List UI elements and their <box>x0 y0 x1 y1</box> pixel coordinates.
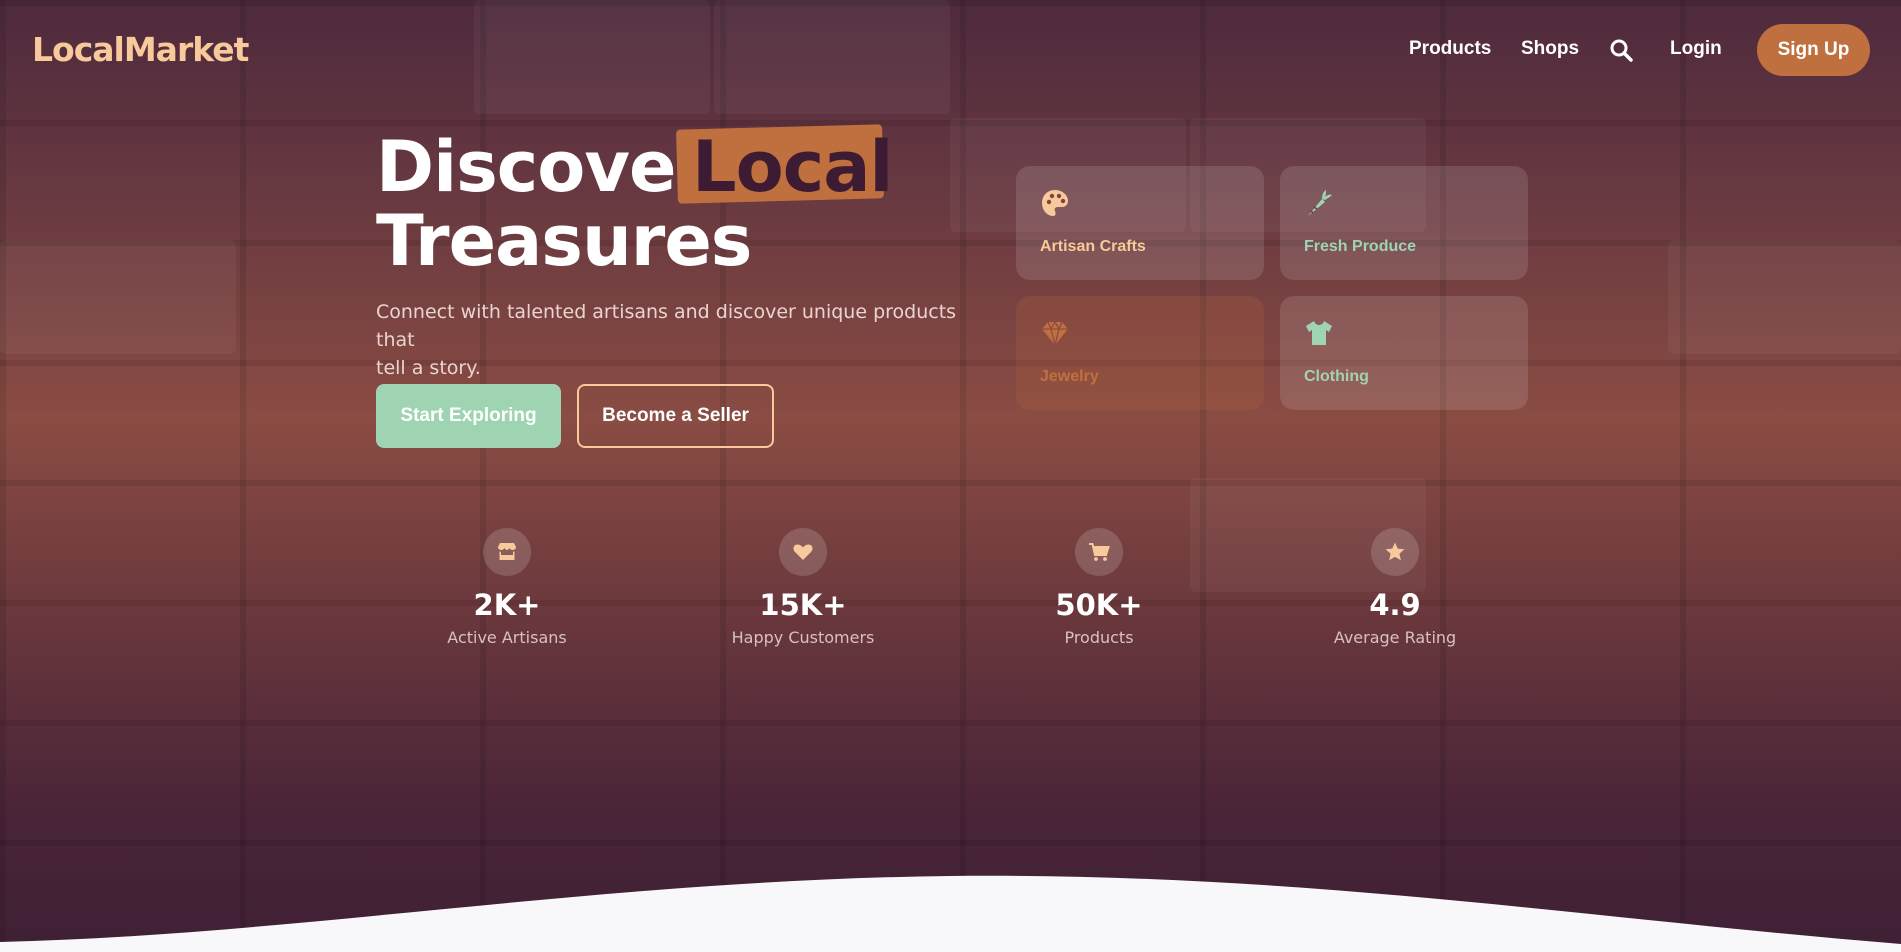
wave-divider <box>0 875 1901 952</box>
start-exploring-button[interactable]: Start Exploring <box>376 384 561 448</box>
background-tile <box>0 240 236 354</box>
heart-icon <box>793 544 813 560</box>
stat-label: Active Artisans <box>447 628 567 647</box>
nav-link-shops[interactable]: Shops <box>1521 38 1579 60</box>
become-seller-button[interactable]: Become a Seller <box>577 384 774 448</box>
stat-value: 2K+ <box>473 588 541 622</box>
category-card-jewelry[interactable]: Jewelry <box>1016 296 1264 410</box>
category-card-artisan-crafts[interactable]: Artisan Crafts <box>1016 166 1264 280</box>
palette-icon <box>1042 190 1068 216</box>
stat-label: Happy Customers <box>731 628 875 647</box>
headline-treasures: Treasures <box>376 200 752 282</box>
hero-subtitle-line: tell a story. <box>376 357 481 379</box>
stat-value: 50K+ <box>1055 588 1143 622</box>
stat-label: Products <box>1064 628 1134 647</box>
stat-active-artisans: 2K+ Active Artisans <box>407 528 607 647</box>
nav-link-products[interactable]: Products <box>1409 38 1491 60</box>
category-label: Clothing <box>1304 368 1369 385</box>
top-navigation: LocalMarket Products Shops Login Sign Up <box>0 0 1901 100</box>
stat-happy-customers: 15K+ Happy Customers <box>703 528 903 647</box>
store-icon <box>498 543 516 560</box>
sign-up-button[interactable]: Sign Up <box>1757 24 1870 76</box>
stat-value: 15K+ <box>759 588 847 622</box>
headline-discover: Discover <box>376 126 710 208</box>
search-icon[interactable] <box>1609 38 1633 62</box>
star-icon <box>1385 542 1405 561</box>
stat-icon-circle <box>483 528 531 576</box>
category-card-clothing[interactable]: Clothing <box>1280 296 1528 410</box>
stat-icon-circle <box>1075 528 1123 576</box>
category-label: Artisan Crafts <box>1040 238 1146 255</box>
stat-icon-circle <box>1371 528 1419 576</box>
category-label: Fresh Produce <box>1304 238 1417 255</box>
stat-icon-circle <box>779 528 827 576</box>
category-label: Jewelry <box>1040 368 1099 385</box>
nav-link-login[interactable]: Login <box>1670 38 1722 60</box>
stat-label: Average Rating <box>1333 628 1457 647</box>
stat-average-rating: 4.9 Average Rating <box>1295 528 1495 647</box>
shirt-icon <box>1306 321 1332 345</box>
carrot-icon <box>1308 190 1332 216</box>
hero-subtitle: Connect with talented artisans and disco… <box>376 298 976 382</box>
hero-subtitle-line: Connect with talented artisans and disco… <box>376 301 957 351</box>
background-tile <box>1668 240 1901 354</box>
cart-icon <box>1089 543 1110 561</box>
stat-products: 50K+ Products <box>999 528 1199 647</box>
stat-value: 4.9 <box>1369 588 1421 622</box>
brand-logo[interactable]: LocalMarket <box>32 30 249 69</box>
category-card-fresh-produce[interactable]: Fresh Produce <box>1280 166 1528 280</box>
gem-icon <box>1042 320 1068 346</box>
hero-section: LocalMarket Products Shops Login Sign Up… <box>0 0 1901 952</box>
headline-highlight: Local <box>692 126 893 208</box>
